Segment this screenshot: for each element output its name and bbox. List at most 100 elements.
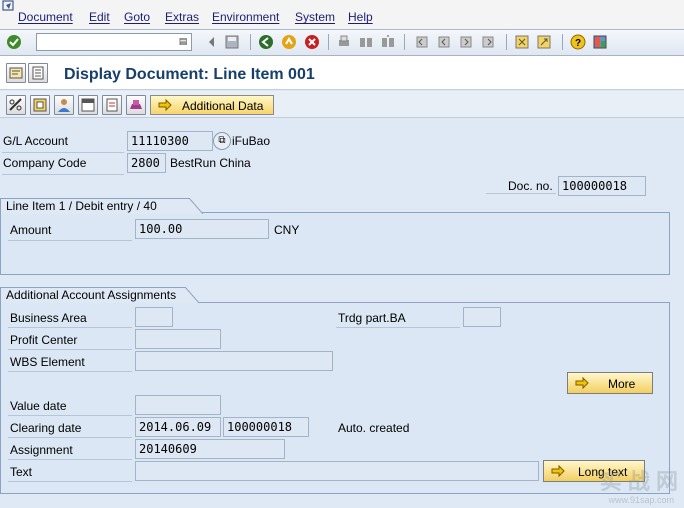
previous-page-icon[interactable] xyxy=(436,34,452,50)
display-change-button[interactable] xyxy=(6,95,26,115)
exit-icon[interactable] xyxy=(281,34,297,50)
other-document-button[interactable] xyxy=(28,63,48,83)
document-header-button[interactable] xyxy=(78,95,98,115)
company-code-field[interactable]: 2800 xyxy=(127,153,166,173)
menu-goto[interactable]: Goto xyxy=(124,10,150,24)
glasses-pencil-icon xyxy=(9,98,22,111)
company-code-underline xyxy=(2,174,124,175)
profit-center-underline xyxy=(8,349,132,350)
menu-extras[interactable]: Extras xyxy=(165,10,199,24)
additional-assignments-title: Additional Account Assignments xyxy=(0,287,186,303)
command-field[interactable] xyxy=(36,33,192,51)
change-display-button[interactable] xyxy=(6,63,26,83)
more-button[interactable]: More xyxy=(567,372,653,394)
page-title: Display Document: Line Item 001 xyxy=(64,66,315,83)
hat-icon xyxy=(130,100,142,109)
person-icon xyxy=(58,99,70,112)
text-label: Text xyxy=(10,465,33,479)
help-icon[interactable]: ? xyxy=(570,34,586,50)
find-next-icon[interactable] xyxy=(380,34,396,50)
business-area-field[interactable] xyxy=(135,307,173,327)
more-label: More xyxy=(608,377,636,391)
watermark-logo: 实 战 网 xyxy=(599,469,678,494)
clearing-date-field[interactable]: 2014.06.09 xyxy=(135,417,221,437)
profit-center-field[interactable] xyxy=(135,329,221,349)
doc-no-label: Doc. no. xyxy=(508,179,553,193)
first-page-icon[interactable] xyxy=(414,34,430,50)
save-icon[interactable] xyxy=(224,34,240,50)
create-session-icon[interactable] xyxy=(514,34,530,50)
menu-document[interactable]: Document xyxy=(18,10,73,24)
trdg-part-label: Trdg part.BA xyxy=(338,311,406,325)
glasses-pencil-icon xyxy=(9,67,23,79)
business-area-underline xyxy=(8,327,132,328)
standard-toolbar: ▤ ? xyxy=(0,30,684,56)
menu-help[interactable]: Help xyxy=(348,10,373,24)
clearing-document-field[interactable]: 100000018 xyxy=(223,417,309,437)
user-button[interactable] xyxy=(54,95,74,115)
menu-edit[interactable]: Edit xyxy=(89,10,110,24)
print-icon[interactable] xyxy=(336,34,352,50)
cancel-icon[interactable] xyxy=(304,34,320,50)
clearing-date-label: Clearing date xyxy=(10,421,82,435)
gl-account-field[interactable]: 11110300 xyxy=(127,131,213,151)
document-overview-button[interactable] xyxy=(30,95,50,115)
additional-data-button[interactable]: Additional Data xyxy=(150,95,274,115)
arrow-right-icon xyxy=(551,464,565,478)
gl-account-text: iFuBao xyxy=(232,134,271,148)
assignment-label: Assignment xyxy=(10,443,73,457)
auto-created-text: Auto. created xyxy=(338,421,410,435)
shortcut-icon[interactable] xyxy=(536,34,552,50)
wbs-element-label: WBS Element xyxy=(10,355,85,369)
line-item-group-title: Line Item 1 / Debit entry / 40 xyxy=(0,198,190,214)
business-area-label: Business Area xyxy=(10,311,87,325)
watermark-url: www.91sap.com xyxy=(608,495,674,505)
profit-center-label: Profit Center xyxy=(10,333,78,347)
sap-window-icon[interactable] xyxy=(2,0,16,12)
additional-data-label: Additional Data xyxy=(182,99,264,113)
value-date-underline xyxy=(8,415,132,416)
arrow-right-icon xyxy=(575,376,589,390)
arrow-right-icon xyxy=(158,98,172,112)
gl-account-label: G/L Account xyxy=(3,134,68,148)
find-icon[interactable] xyxy=(358,34,374,50)
display-fields-button[interactable] xyxy=(102,95,122,115)
company-code-label: Company Code xyxy=(3,156,87,170)
next-page-icon[interactable] xyxy=(458,34,474,50)
payment-usage-button[interactable] xyxy=(126,95,146,115)
text-field[interactable] xyxy=(135,461,539,481)
group-tab-corner xyxy=(185,287,200,303)
value-date-label: Value date xyxy=(10,399,67,413)
customize-layout-icon[interactable] xyxy=(592,34,608,50)
currency-text: CNY xyxy=(274,223,300,237)
command-field-dropdown-icon[interactable]: ▤ xyxy=(176,34,190,48)
doc-no-underline xyxy=(486,193,556,194)
assignment-field[interactable]: 20140609 xyxy=(135,439,285,459)
text-underline xyxy=(8,481,132,482)
menu-environment[interactable]: Environment xyxy=(212,10,279,24)
gl-account-match-icon[interactable]: ⧉ xyxy=(213,132,231,150)
back-arrow-icon[interactable] xyxy=(204,34,220,50)
trdg-part-underline xyxy=(336,327,460,328)
back-icon[interactable] xyxy=(258,34,274,50)
last-page-icon[interactable] xyxy=(480,34,496,50)
line-item-group xyxy=(0,212,670,275)
doc-no-field[interactable]: 100000018 xyxy=(558,176,646,196)
wbs-element-field[interactable] xyxy=(135,351,333,371)
svg-text:?: ? xyxy=(575,38,581,49)
amount-underline xyxy=(8,240,132,241)
amount-label: Amount xyxy=(10,223,52,237)
wbs-element-underline xyxy=(8,371,132,372)
header-icon xyxy=(81,98,95,112)
value-date-field[interactable] xyxy=(135,395,221,415)
overview-icon xyxy=(33,98,47,112)
menu-system[interactable]: System xyxy=(295,10,335,24)
trdg-part-field[interactable] xyxy=(463,307,501,327)
company-code-text: BestRun China xyxy=(170,156,251,170)
amount-field[interactable]: 100.00 xyxy=(135,219,269,239)
document-list-icon xyxy=(32,66,44,80)
list-icon xyxy=(106,98,118,112)
group-tab-corner xyxy=(189,198,204,214)
enter-check-icon[interactable] xyxy=(6,34,22,50)
gl-account-underline xyxy=(2,152,124,153)
